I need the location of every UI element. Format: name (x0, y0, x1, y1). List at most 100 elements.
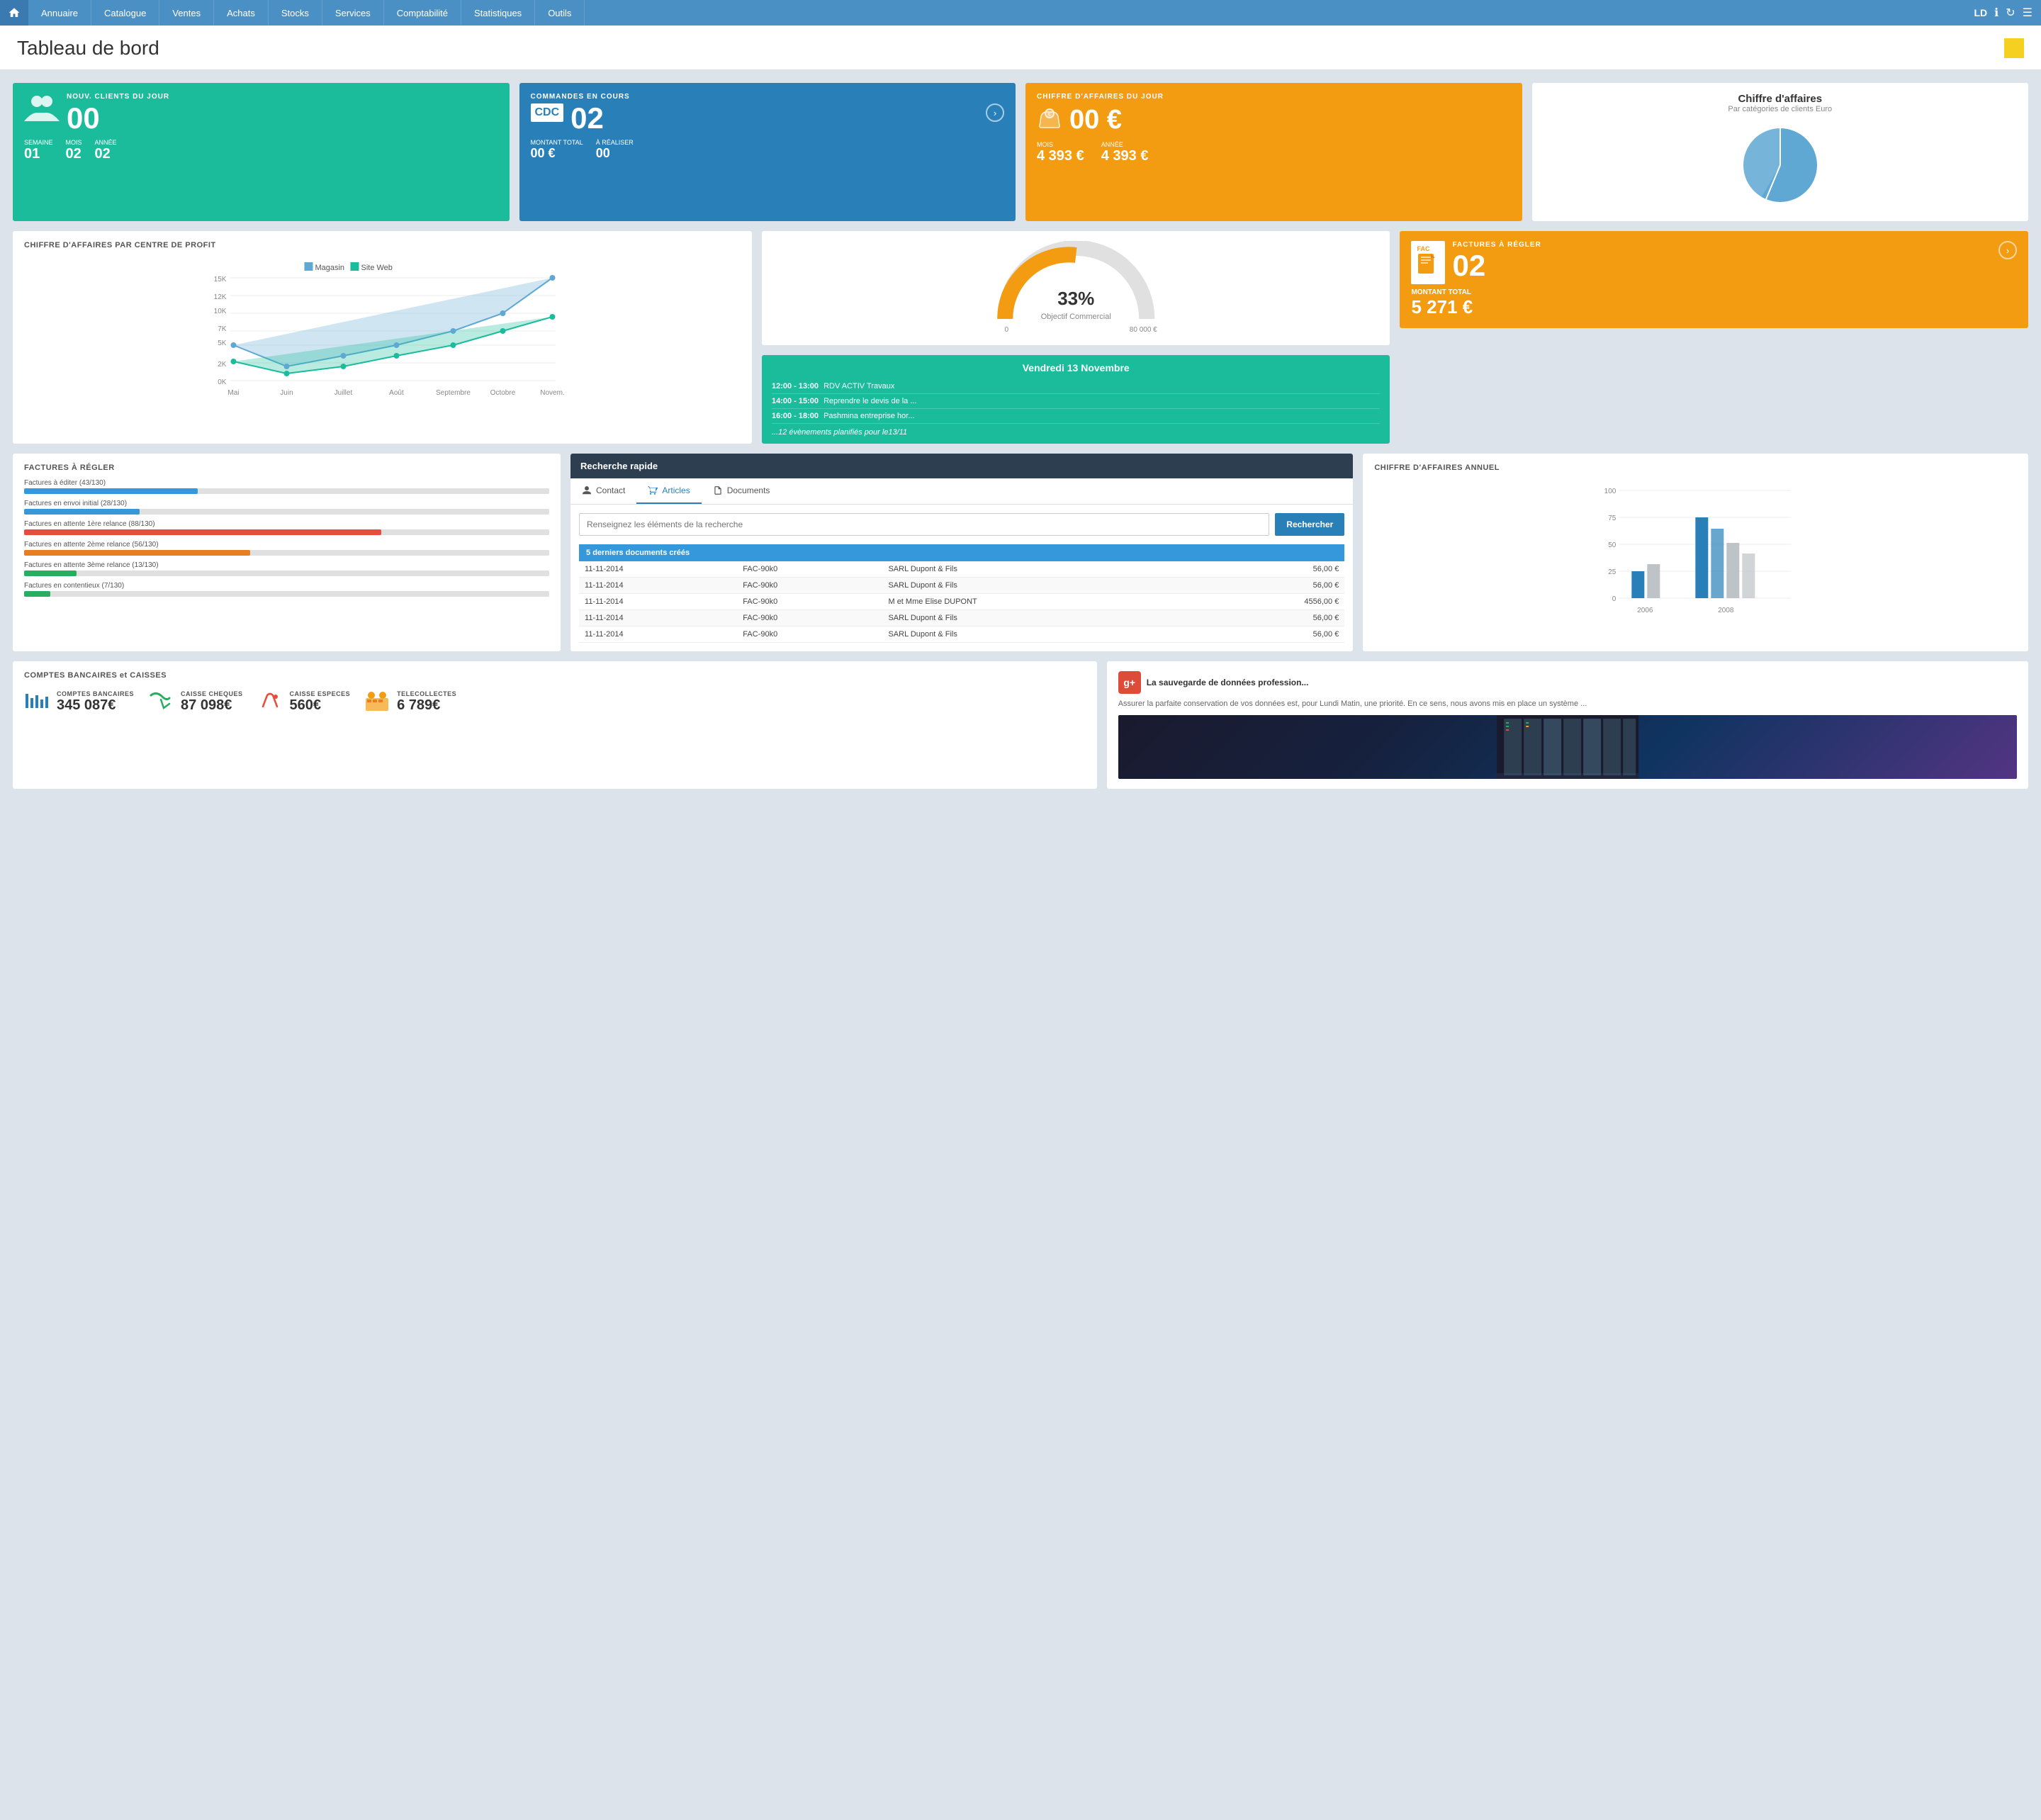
gplus-image (1118, 715, 2017, 779)
right-column: FAC FACTURES À RÉGLER 02 (1400, 231, 2028, 444)
pie-chart-card: Chiffre d'affaires Par catégories de cli… (1532, 83, 2029, 221)
progress-item: Factures en attente 1ère relance (88/130… (24, 520, 549, 535)
nav-user-area: LD ℹ ↻ ☰ (1974, 6, 2041, 20)
svg-text:Septembre: Septembre (436, 389, 471, 397)
tab-articles[interactable]: Articles (636, 478, 701, 504)
commandes-top: CDC 02 › (531, 103, 1005, 133)
nav-ventes[interactable]: Ventes (159, 0, 214, 26)
gauge-card: 33% Objectif Commercial 0 80 000 € (762, 231, 1390, 345)
nav-catalogue[interactable]: Catalogue (91, 0, 159, 26)
search-input-row: Rechercher (579, 513, 1344, 536)
nav-comptabilite[interactable]: Comptabilité (384, 0, 461, 26)
factures-title: FACTURES À RÉGLER (24, 464, 549, 472)
home-button[interactable] (0, 0, 28, 26)
refresh-icon[interactable]: ↻ (2006, 6, 2015, 20)
compte-telecollectes: TELECOLLECTES 6 789€ (364, 688, 456, 716)
calendar-more: ...12 évènements planifiés pour le13/11 (772, 428, 1381, 437)
info-icon[interactable]: ℹ (1994, 6, 1998, 20)
svg-text:Objectif Commercial: Objectif Commercial (1041, 313, 1111, 321)
docs-table: 11-11-2014 FAC-90k0 SARL Dupont & Fils 5… (579, 561, 1344, 643)
gplus-icon: g+ (1118, 671, 1141, 694)
commandes-montant: MONTANT TOTAL 00 € (531, 139, 583, 161)
ca-value: 00 € (1069, 106, 1122, 133)
svg-text:0K: 0K (218, 378, 227, 386)
nav-statistiques[interactable]: Statistiques (461, 0, 535, 26)
annual-title: CHIFFRE D'AFFAIRES ANNUEL (1374, 464, 2017, 472)
gplus-title: La sauvegarde de données profession... (1147, 678, 1309, 687)
svg-text:2008: 2008 (1719, 607, 1735, 614)
table-row: 11-11-2014 FAC-90k0 SARL Dupont & Fils 5… (579, 561, 1344, 578)
svg-text:10K: 10K (214, 308, 227, 315)
nav-outils[interactable]: Outils (535, 0, 585, 26)
nouveaux-clients-card: NOUV. CLIENTS DU JOUR 00 SEMAINE 01 MOIS… (13, 83, 510, 221)
search-button[interactable]: Rechercher (1275, 513, 1344, 536)
bag-icon: € (1037, 103, 1062, 135)
profit-chart-svg: Magasin Site Web 15K 12K 10K 7K 5K 2K 0K (24, 257, 741, 398)
table-row: 11-11-2014 FAC-90k0 SARL Dupont & Fils 5… (579, 627, 1344, 643)
progress-item: Factures à éditer (43/130) (24, 479, 549, 494)
calendar-event-1: 12:00 - 13:00 RDV ACTIV Travaux (772, 379, 1381, 394)
profit-chart-title: CHIFFRE D'AFFAIRES PAR CENTRE DE PROFIT (24, 241, 741, 249)
fac-badge: FAC (1411, 241, 1445, 284)
page-header: Tableau de bord (0, 26, 2041, 70)
svg-text:2K: 2K (218, 361, 227, 369)
fac-arrow-btn[interactable]: › (1998, 241, 2017, 259)
comptes-card: COMPTES BANCAIRES et CAISSES COMPTES B (13, 661, 1097, 789)
commandes-value: 02 (570, 103, 604, 133)
comptes-row: COMPTES BANCAIRES 345 087€ CAISSE CHEQUE… (24, 688, 1086, 716)
page-title: Tableau de bord (17, 37, 159, 60)
commandes-sub-row: MONTANT TOTAL 00 € À RÉALISER 00 (531, 139, 1005, 161)
clients-semaine: SEMAINE 01 (24, 139, 53, 162)
fac-montant-val: 5 271 € (1411, 296, 2017, 318)
nav-achats[interactable]: Achats (214, 0, 269, 26)
svg-text:Mai: Mai (227, 389, 239, 397)
calendar-card: Vendredi 13 Novembre 12:00 - 13:00 RDV A… (762, 355, 1390, 444)
search-input[interactable] (579, 513, 1269, 536)
compte-cheques-icon (148, 688, 174, 716)
ca-top: € 00 € (1037, 103, 1511, 135)
nav-stocks[interactable]: Stocks (269, 0, 322, 26)
profit-chart-card: CHIFFRE D'AFFAIRES PAR CENTRE DE PROFIT … (13, 231, 752, 444)
clients-sub-row: SEMAINE 01 MOIS 02 ANNÉE 02 (24, 139, 498, 162)
clients-icon (24, 93, 60, 128)
tab-documents[interactable]: Documents (702, 478, 782, 504)
svg-text:5K: 5K (218, 339, 227, 347)
svg-text:0: 0 (1612, 595, 1617, 603)
tab-contact[interactable]: Contact (570, 478, 636, 504)
gauge-svg: 33% Objectif Commercial 0 80 000 € (773, 241, 1379, 333)
svg-text:Juillet: Juillet (334, 389, 353, 397)
calendar-event-2: 14:00 - 15:00 Reprendre le devis de la .… (772, 394, 1381, 409)
compte-especes-icon (257, 688, 283, 716)
clients-value: 00 (67, 103, 169, 133)
compte-bancaires-icon (24, 688, 50, 716)
nav-services[interactable]: Services (322, 0, 384, 26)
second-row: CHIFFRE D'AFFAIRES PAR CENTRE DE PROFIT … (13, 231, 2028, 444)
table-row: 11-11-2014 FAC-90k0 SARL Dupont & Fils 5… (579, 578, 1344, 594)
commandes-arrow[interactable]: › (986, 103, 1004, 122)
sticky-note[interactable] (2004, 38, 2024, 58)
menu-icon[interactable]: ☰ (2023, 6, 2032, 20)
nav-annuaire[interactable]: Annuaire (28, 0, 91, 26)
progress-item: Factures en contentieux (7/130) (24, 582, 549, 597)
third-row: FACTURES À RÉGLER Factures à éditer (43/… (13, 454, 2028, 651)
progress-item: Factures en attente 3ème relance (13/130… (24, 561, 549, 576)
compte-especes: CAISSE ESPECES 560€ (257, 688, 351, 716)
ca-jour-card: CHIFFRE D'AFFAIRES DU JOUR € 00 € MOIS 4… (1025, 83, 1522, 221)
factures-regler-card: FACTURES À RÉGLER Factures à éditer (43/… (13, 454, 561, 651)
search-card: Recherche rapide Contact Articles Docume… (570, 454, 1353, 651)
ca-label: CHIFFRE D'AFFAIRES DU JOUR (1037, 93, 1511, 101)
progress-item: Factures en attente 2ème relance (56/130… (24, 541, 549, 556)
svg-text:75: 75 (1609, 515, 1617, 522)
svg-text:25: 25 (1609, 568, 1617, 576)
ca-sub-row: MOIS 4 393 € ANNÉE 4 393 € (1037, 141, 1511, 164)
clients-label: NOUV. CLIENTS DU JOUR (67, 93, 169, 101)
svg-text:100: 100 (1604, 488, 1617, 495)
annual-chart-svg: 100 75 50 25 0 2006 (1374, 479, 2017, 635)
bottom-row: COMPTES BANCAIRES et CAISSES COMPTES B (13, 661, 2028, 789)
fac-info: FACTURES À RÉGLER 02 (1452, 241, 1541, 283)
progress-item: Factures en envoi initial (28/130) (24, 500, 549, 515)
comptes-title: COMPTES BANCAIRES et CAISSES (24, 671, 1086, 680)
cdc-badge: CDC (531, 103, 564, 122)
dashboard-content: NOUV. CLIENTS DU JOUR 00 SEMAINE 01 MOIS… (0, 70, 2041, 802)
commandes-label: COMMANDES EN COURS (531, 93, 1005, 101)
